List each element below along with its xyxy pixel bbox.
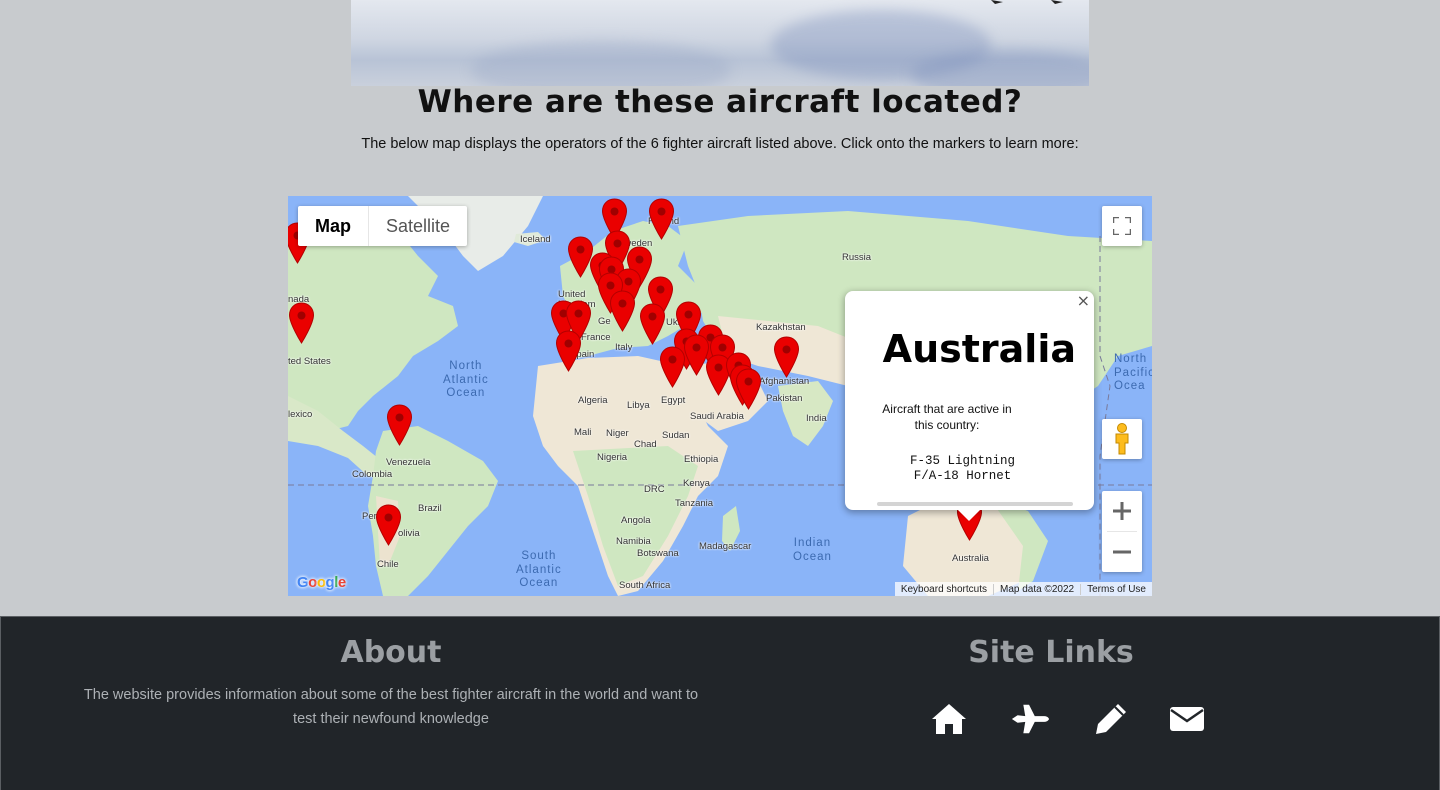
- envelope-icon: [1170, 707, 1204, 731]
- map-pin-icon: [639, 303, 666, 345]
- ocean-north-atlantic: North Atlantic Ocean: [443, 360, 489, 399]
- label-chile: Chile: [377, 559, 399, 570]
- label-sudan: Sudan: [662, 430, 690, 441]
- label-venezuela: Venezuela: [386, 457, 431, 468]
- keyboard-shortcuts-link[interactable]: Keyboard shortcuts: [895, 584, 993, 595]
- label-drc: DRC: [644, 484, 665, 495]
- map-pin-icon: [659, 346, 686, 388]
- footer: About The website provides information a…: [0, 616, 1440, 790]
- airplane-icon: [1011, 704, 1050, 734]
- ocean-north-pacific: North Pacific Ocea: [1114, 353, 1152, 392]
- zoom-in-button[interactable]: [1102, 491, 1142, 531]
- map-marker[interactable]: [609, 290, 636, 333]
- contact-link[interactable]: [1167, 701, 1207, 737]
- close-icon[interactable]: ×: [1077, 291, 1090, 310]
- map-data-text: Map data ©2022: [993, 583, 1080, 595]
- label-egypt: Egypt: [661, 395, 686, 406]
- aircraft-item: F/A-18 Hornet: [913, 469, 1012, 483]
- about-title: About: [340, 635, 442, 670]
- map-pin-icon: [735, 368, 762, 410]
- label-brazil: Brazil: [418, 503, 442, 514]
- map-type-map-button[interactable]: Map: [298, 206, 368, 246]
- map-pin-icon: [648, 198, 675, 240]
- street-view-button[interactable]: [1102, 419, 1142, 459]
- map-marker[interactable]: [288, 302, 315, 345]
- aircraft-link[interactable]: [1010, 701, 1050, 737]
- map-attribution: Keyboard shortcuts Map data ©2022 Terms …: [894, 582, 1152, 596]
- section-subtitle: The below map displays the operators of …: [361, 136, 1079, 152]
- label-usa: ted States: [288, 356, 331, 367]
- label-russia: Russia: [842, 252, 872, 263]
- aircraft-item: F-35 Lightning: [909, 454, 1016, 468]
- label-nigeria: Nigeria: [597, 452, 628, 463]
- map-pin-icon: [375, 504, 402, 546]
- about-text: The website provides information about s…: [83, 687, 699, 727]
- label-india: India: [806, 413, 827, 424]
- ocean-south-atlantic: South Atlantic Ocean: [516, 550, 562, 589]
- map-pin-icon: [609, 290, 636, 332]
- map-marker[interactable]: [648, 198, 675, 241]
- zoom-out-button[interactable]: [1102, 532, 1142, 572]
- plus-icon: [1113, 502, 1131, 520]
- map-pin-icon: [555, 330, 582, 372]
- map-marker[interactable]: [555, 330, 582, 373]
- map-pin-icon: [386, 404, 413, 446]
- label-tanzania: Tanzania: [675, 498, 714, 509]
- info-window-title: Australia: [882, 327, 1076, 371]
- map-marker[interactable]: [639, 303, 666, 346]
- label-chad: Chad: [634, 439, 657, 450]
- label-angola: Angola: [621, 515, 651, 526]
- map-type-control: Map Satellite: [298, 206, 468, 246]
- info-window: × Australia Aircraft that are active in …: [845, 291, 1094, 521]
- label-botswana: Botswana: [637, 548, 679, 559]
- map-marker[interactable]: [375, 504, 402, 547]
- fullscreen-button[interactable]: [1102, 206, 1142, 246]
- label-south-africa: South Africa: [619, 580, 671, 591]
- zoom-control: [1102, 491, 1142, 572]
- label-mali: Mali: [574, 427, 592, 438]
- label-colombia: Colombia: [352, 469, 393, 480]
- label-australia: Australia: [952, 553, 989, 564]
- map-marker[interactable]: [773, 336, 800, 379]
- pegman-icon: [1115, 423, 1129, 455]
- home-link[interactable]: [929, 701, 969, 737]
- map-marker[interactable]: [659, 346, 686, 389]
- label-algeria: Algeria: [578, 395, 608, 406]
- label-italy: Italy: [615, 342, 633, 353]
- label-niger: Niger: [606, 428, 629, 439]
- map-pin-icon: [773, 336, 800, 378]
- site-links-title: Site Links: [968, 635, 1134, 670]
- label-saudi-arabia: Saudi Arabia: [690, 411, 744, 422]
- map-marker[interactable]: [735, 368, 762, 411]
- aircraft-list: F-35 Lightning F/A-18 Hornet: [885, 454, 1040, 484]
- ocean-indian: Indian Ocean: [793, 537, 832, 563]
- label-kazakhstan: Kazakhstan: [756, 322, 806, 333]
- map[interactable]: Iceland Finland Sweden Russia Kazakhstan…: [288, 196, 1152, 596]
- fullscreen-icon: [1113, 217, 1131, 235]
- google-logo[interactable]: Google: [297, 574, 346, 591]
- label-libya: Libya: [627, 400, 650, 411]
- terms-of-use-link[interactable]: Terms of Use: [1080, 583, 1152, 595]
- label-ethiopia: Ethiopia: [684, 454, 719, 465]
- map-pin-icon: [288, 302, 315, 344]
- label-kenya: Kenya: [683, 478, 710, 489]
- label-pakistan: Pakistan: [766, 393, 803, 404]
- map-marker[interactable]: [386, 404, 413, 447]
- label-iceland: Iceland: [520, 234, 551, 245]
- hero-image: [351, 0, 1089, 86]
- label-namibia: Namibia: [616, 536, 651, 547]
- quiz-link[interactable]: [1091, 701, 1131, 737]
- info-window-description: Aircraft that are active in this country…: [882, 402, 1012, 432]
- pencil-icon: [1096, 704, 1126, 734]
- minus-icon: [1113, 550, 1131, 554]
- map-type-satellite-button[interactable]: Satellite: [368, 206, 467, 246]
- label-mexico: lexico: [288, 409, 313, 420]
- info-window-scrollbar[interactable]: [877, 502, 1073, 506]
- home-icon: [932, 704, 966, 734]
- label-madagascar: Madagascar: [699, 541, 752, 552]
- section-title: Where are these aircraft located?: [417, 84, 1023, 120]
